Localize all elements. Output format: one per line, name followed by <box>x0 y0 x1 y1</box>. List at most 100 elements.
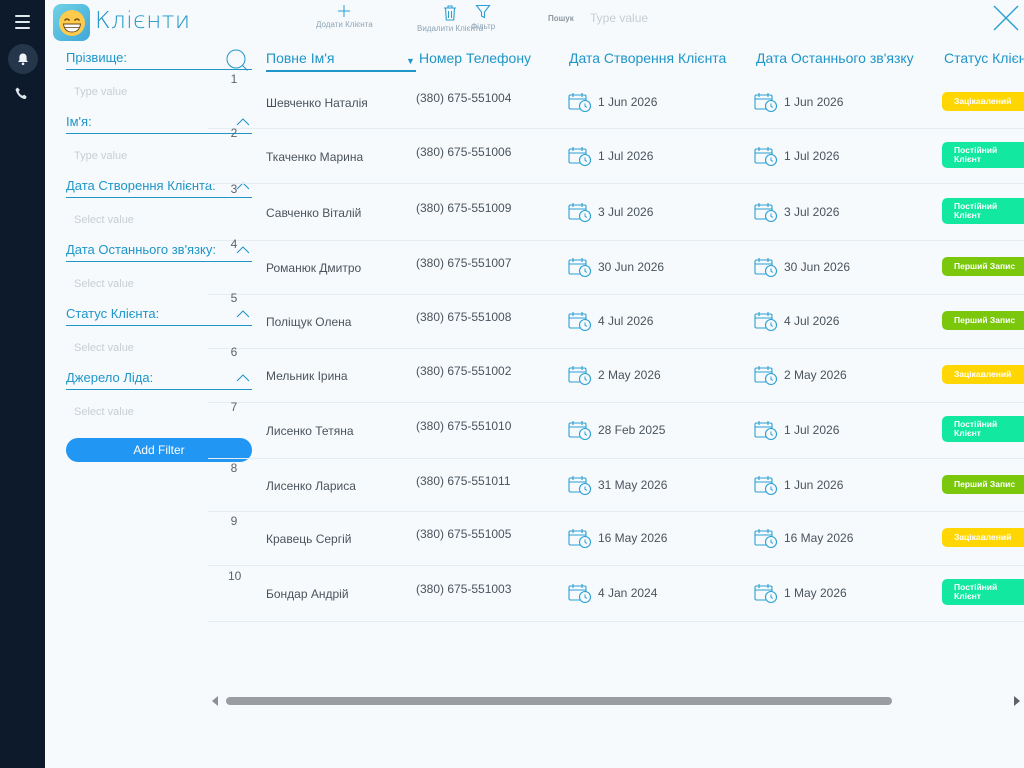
created-date: 4 Jan 2024 <box>598 586 658 600</box>
last-contact-date: 1 Jun 2026 <box>784 478 844 492</box>
client-phone: (380) 675-551008 <box>416 310 512 324</box>
search-input[interactable] <box>590 8 710 28</box>
created-date: 1 Jul 2026 <box>598 149 654 163</box>
horizontal-scrollbar[interactable] <box>210 694 1024 708</box>
created-date: 4 Jul 2026 <box>598 314 654 328</box>
close-icon[interactable] <box>992 4 1020 32</box>
table-row[interactable]: 2 Ткаченко Марина (380) 675-551006 1 Jul 20… <box>208 126 1024 184</box>
client-phone: (380) 675-551004 <box>416 91 512 105</box>
filter-label: Фільтр <box>471 22 496 31</box>
client-name[interactable]: Поліщук Олена <box>266 315 351 329</box>
add-client-button[interactable]: Додати Клієнта <box>316 4 373 29</box>
calendar-clock-icon <box>754 476 778 496</box>
filter-lastname-text: Прізвище: <box>66 50 127 65</box>
client-name[interactable]: Бондар Андрій <box>266 587 349 601</box>
trash-icon <box>444 5 457 21</box>
notifications-button[interactable] <box>8 44 38 74</box>
client-name[interactable]: Шевченко Наталія <box>266 96 368 110</box>
scroll-left-icon[interactable] <box>212 696 218 706</box>
calendar-clock-icon <box>568 203 592 223</box>
header-created[interactable]: Дата Створення Клієнта <box>569 50 726 66</box>
table-row[interactable]: 7 Лисенко Тетяна (380) 675-551010 28 Feb 20… <box>208 400 1024 459</box>
table-row[interactable]: 4 Романюк Дмитро (380) 675-551007 30 Jun 20… <box>208 237 1024 295</box>
last-contact-date: 4 Jul 2026 <box>784 314 840 328</box>
last-contact-cell: 1 Jul 2026 <box>754 145 839 167</box>
filter-button[interactable]: Фільтр <box>471 4 495 31</box>
client-name[interactable]: Лисенко Тетяна <box>266 424 354 438</box>
row-number: 8 <box>230 461 238 475</box>
last-contact-cell: 3 Jul 2026 <box>754 201 839 223</box>
calendar-clock-icon <box>754 584 778 604</box>
header-status[interactable]: Статус Клієн <box>944 50 1024 66</box>
last-contact-cell: 2 May 2026 <box>754 364 847 386</box>
menu-icon[interactable] <box>15 15 30 29</box>
created-date: 1 Jun 2026 <box>598 95 658 109</box>
created-date: 30 Jun 2026 <box>598 260 665 274</box>
last-contact-date: 1 Jul 2026 <box>784 149 840 163</box>
client-name[interactable]: Ткаченко Марина <box>266 150 363 164</box>
status-badge: Перший Запис <box>942 257 1024 276</box>
table-row[interactable]: 6 Мельник Ірина (380) 675-551002 2 May 2026… <box>208 345 1024 403</box>
scroll-right-icon[interactable] <box>1014 696 1020 706</box>
plus-icon <box>338 5 351 17</box>
filter-firstname-text: Ім'я: <box>66 114 92 129</box>
calendar-clock-icon <box>754 93 778 113</box>
status-badge: Зацікавлений <box>942 365 1024 384</box>
header-last-contact[interactable]: Дата Останнього зв'язку <box>756 50 914 66</box>
status-badge: Зацікавлений <box>942 528 1024 547</box>
grinning-face-icon <box>58 9 85 36</box>
row-number: 10 <box>228 569 242 583</box>
created-date: 2 May 2026 <box>598 368 661 382</box>
calendar-clock-icon <box>754 421 778 441</box>
client-name[interactable]: Савченко Віталій <box>266 206 361 220</box>
header-full-name[interactable]: Повне Ім'я <box>266 50 416 72</box>
phone-icon[interactable] <box>14 86 30 102</box>
funnel-icon <box>475 4 491 19</box>
table-row[interactable]: 8 Лисенко Лариса (380) 675-551011 31 May 20… <box>208 459 1024 512</box>
side-rail <box>0 0 45 768</box>
status-badge: Постійний Клієнт <box>942 198 1024 224</box>
table-row[interactable]: 3 Савченко Віталій (380) 675-551009 3 Jul 2… <box>208 182 1024 241</box>
created-date-cell: 1 Jul 2026 <box>568 145 653 167</box>
client-phone: (380) 675-551010 <box>416 419 512 433</box>
table-row[interactable]: 9 Кравець Сергій (380) 675-551005 16 May 20… <box>208 512 1024 566</box>
scrollbar-thumb[interactable] <box>226 697 892 705</box>
page-title: Клієнти <box>95 8 191 34</box>
status-badge: Перший Запис <box>942 475 1024 494</box>
created-date-cell: 28 Feb 2025 <box>568 419 665 441</box>
status-badge: Зацікавлений <box>942 92 1024 111</box>
client-name[interactable]: Мельник Ірина <box>266 369 348 383</box>
client-name[interactable]: Лисенко Лариса <box>266 479 356 493</box>
row-number: 1 <box>230 72 238 86</box>
clients-table: Повне Ім'я ▼ Номер Телефону Дата Створен… <box>208 44 1024 684</box>
calendar-clock-icon <box>568 258 592 278</box>
client-phone: (380) 675-551006 <box>416 145 512 159</box>
filter-last-contact-text: Дата Останнього зв'язку: <box>66 242 217 257</box>
last-contact-date: 16 May 2026 <box>784 531 854 545</box>
last-contact-cell: 4 Jul 2026 <box>754 310 839 332</box>
calendar-clock-icon <box>568 147 592 167</box>
last-contact-date: 1 Jun 2026 <box>784 95 844 109</box>
table-row[interactable]: 1 Шевченко Наталія (380) 675-551004 1 Jun 2… <box>208 72 1024 129</box>
status-badge: Постійний Клієнт <box>942 142 1024 168</box>
calendar-clock-icon <box>568 421 592 441</box>
client-name[interactable]: Романюк Дмитро <box>266 261 361 275</box>
client-phone: (380) 675-551002 <box>416 364 512 378</box>
table-row[interactable]: 10 Бондар Андрій (380) 675-551003 4 Jan 202… <box>208 566 1024 622</box>
calendar-clock-icon <box>568 529 592 549</box>
sort-desc-icon[interactable]: ▼ <box>406 56 415 66</box>
filter-lead-source-text: Джерело Ліда: <box>66 370 154 385</box>
last-contact-date: 1 Jul 2026 <box>784 423 840 437</box>
client-phone: (380) 675-551005 <box>416 527 512 541</box>
last-contact-cell: 30 Jun 2026 <box>754 256 850 278</box>
row-number: 5 <box>230 291 238 305</box>
table-row[interactable]: 5 Поліщук Олена (380) 675-551008 4 Jul 2026… <box>208 291 1024 349</box>
header-phone[interactable]: Номер Телефону <box>419 50 531 66</box>
calendar-clock-icon <box>754 147 778 167</box>
created-date-cell: 16 May 2026 <box>568 527 667 549</box>
last-contact-date: 2 May 2026 <box>784 368 847 382</box>
last-contact-cell: 1 Jul 2026 <box>754 419 839 441</box>
created-date-cell: 31 May 2026 <box>568 474 667 496</box>
client-phone: (380) 675-551007 <box>416 256 512 270</box>
client-name[interactable]: Кравець Сергій <box>266 532 351 546</box>
